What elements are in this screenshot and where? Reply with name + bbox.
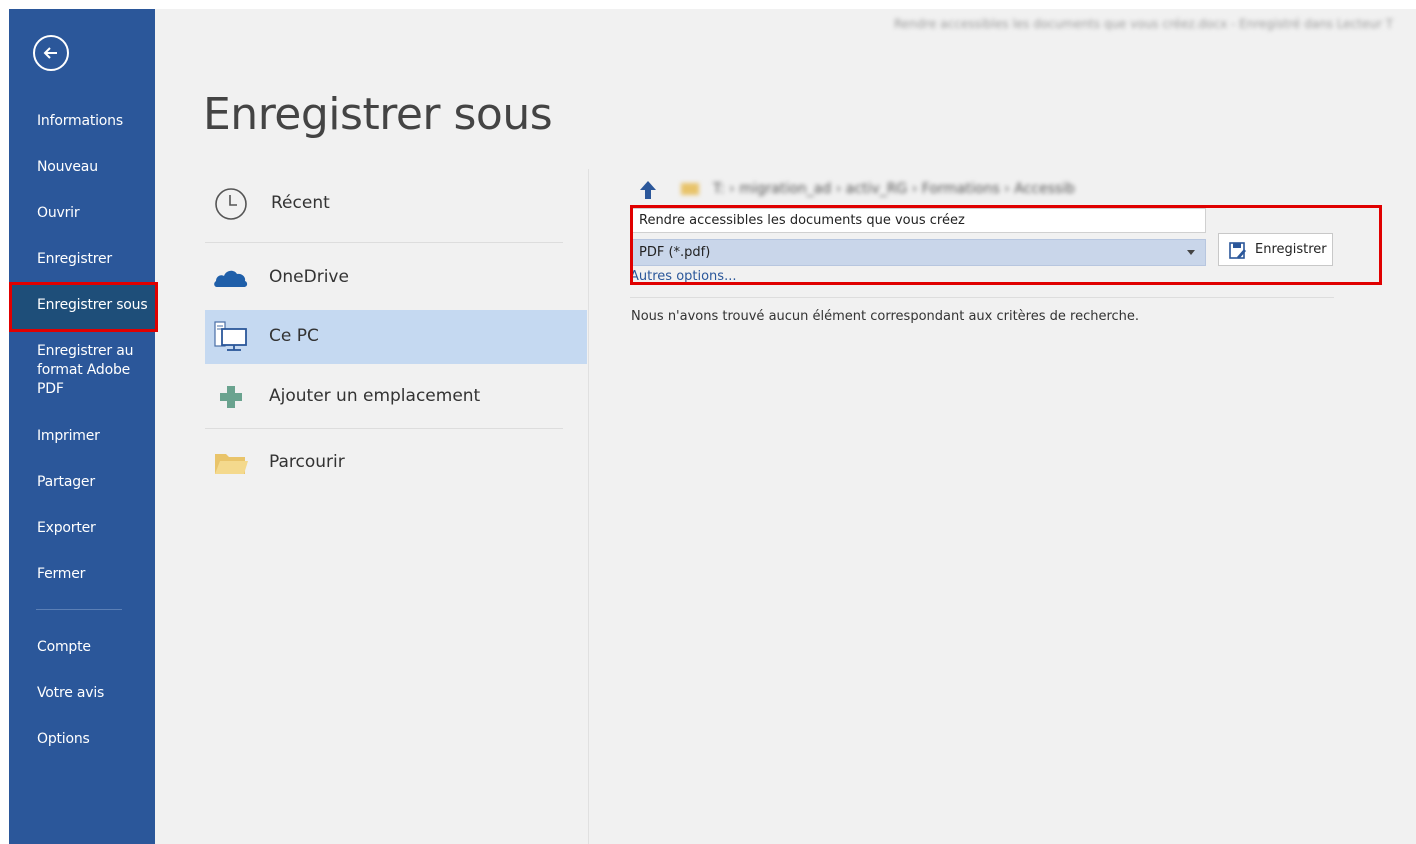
location-ce-pc-label: Ce PC (269, 326, 319, 346)
save-icon (1229, 242, 1246, 259)
computer-icon (214, 321, 247, 351)
highlight-box-sidebar (9, 282, 158, 332)
location-separator (205, 242, 563, 243)
empty-results-message: Nous n'avons trouvé aucun élément corres… (631, 309, 1140, 324)
location-recent[interactable]: Récent (205, 177, 587, 231)
sidebar-item-compte[interactable]: Compte (9, 638, 155, 657)
save-button[interactable]: Enregistrer (1218, 233, 1333, 266)
up-arrow-icon[interactable] (638, 179, 658, 201)
filetype-value: PDF (*.pdf) (639, 245, 711, 260)
sidebar-item-fermer[interactable]: Fermer (9, 565, 155, 584)
sidebar-item-informations[interactable]: Informations (9, 112, 155, 131)
sidebar-item-enregistrer[interactable]: Enregistrer (9, 250, 155, 269)
location-onedrive[interactable]: OneDrive (205, 251, 587, 305)
breadcrumb-path: T: › migration_ad › activ_RG › Formation… (713, 181, 1075, 197)
folder-icon (215, 454, 248, 474)
clock-icon (215, 188, 247, 220)
location-separator (205, 428, 563, 429)
sidebar-item-exporter[interactable]: Exporter (9, 519, 155, 538)
filename-input[interactable] (632, 208, 1206, 233)
sidebar-item-partager[interactable]: Partager (9, 473, 155, 492)
cloud-icon (214, 270, 248, 287)
sidebar-item-imprimer[interactable]: Imprimer (9, 427, 155, 446)
backstage-view: Informations Nouveau Ouvrir Enregistrer … (9, 9, 1416, 844)
pane-separator (630, 297, 1334, 298)
back-button[interactable] (33, 35, 69, 71)
breadcrumb[interactable]: T: › migration_ad › activ_RG › Formation… (681, 181, 1075, 197)
sidebar-item-nouveau[interactable]: Nouveau (9, 158, 155, 177)
back-arrow-icon (43, 47, 57, 59)
window-title: Rendre accessibles les documents que vou… (894, 17, 1394, 31)
folder-small-icon (681, 183, 699, 195)
location-parcourir[interactable]: Parcourir (205, 436, 587, 490)
column-divider (588, 169, 589, 844)
location-ajouter[interactable]: Ajouter un emplacement (205, 370, 587, 424)
location-parcourir-label: Parcourir (269, 452, 345, 472)
sidebar-item-ouvrir[interactable]: Ouvrir (9, 204, 155, 223)
backstage-sidebar: Informations Nouveau Ouvrir Enregistrer … (9, 9, 155, 844)
location-ajouter-label: Ajouter un emplacement (269, 386, 481, 406)
filetype-select[interactable]: PDF (*.pdf) (632, 239, 1206, 266)
sidebar-item-adobe-pdf[interactable]: Enregistrer au format Adobe PDF (9, 342, 139, 399)
sidebar-item-options[interactable]: Options (9, 730, 155, 749)
location-onedrive-label: OneDrive (269, 267, 349, 287)
location-ce-pc[interactable]: Ce PC (205, 310, 587, 364)
save-button-label: Enregistrer (1255, 242, 1327, 257)
more-options-link[interactable]: Autres options... (630, 269, 736, 284)
location-recent-label: Récent (271, 193, 330, 213)
page-title: Enregistrer sous (203, 89, 553, 140)
sidebar-item-votre-avis[interactable]: Votre avis (9, 684, 155, 703)
sidebar-divider (36, 609, 122, 610)
chevron-down-icon (1187, 250, 1195, 255)
plus-icon (220, 386, 242, 408)
